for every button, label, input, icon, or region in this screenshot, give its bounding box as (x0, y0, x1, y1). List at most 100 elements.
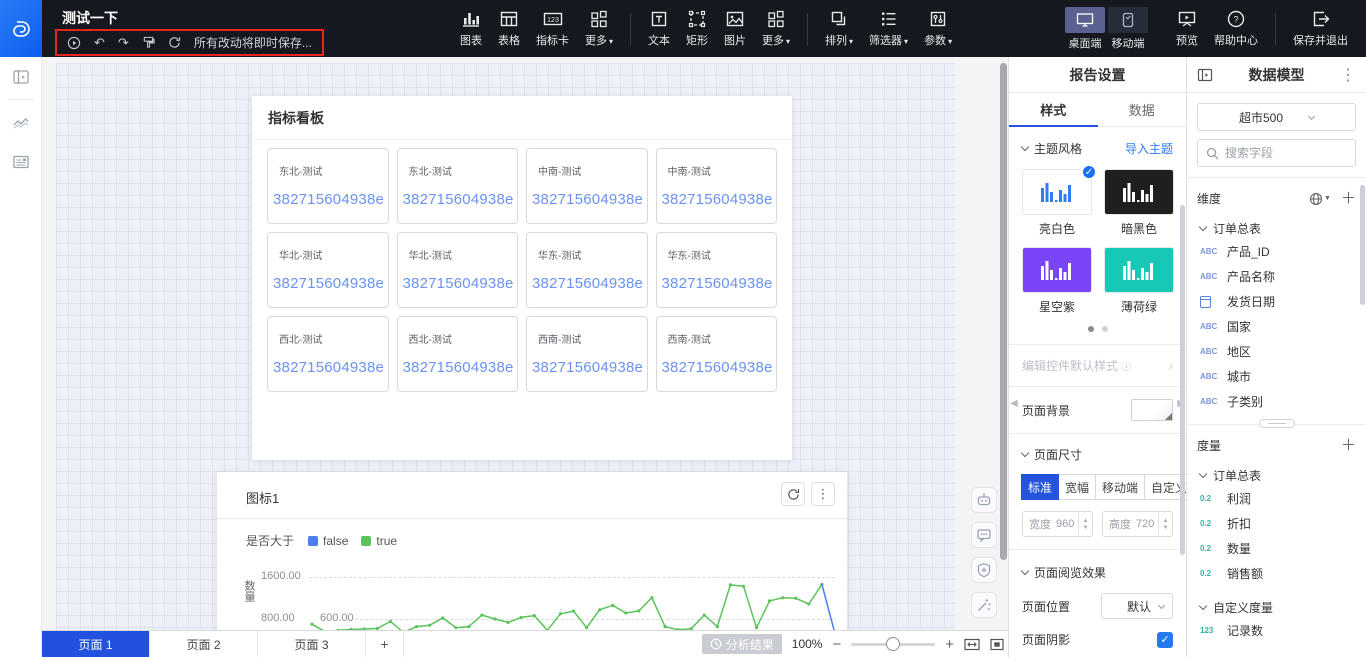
kpi-card[interactable]: 东北-测试 382715604938e (267, 148, 389, 224)
settings-tab[interactable]: 样式 (1009, 93, 1098, 126)
collapse-panel-button[interactable] (1197, 68, 1213, 82)
sidebar-trend-button[interactable] (0, 102, 42, 142)
custom-measures-toggle[interactable]: 自定义度量 (1200, 599, 1356, 616)
stepper-up-icon[interactable]: ▲ (1163, 518, 1169, 524)
page-width-input[interactable]: 宽度 960 ▲▼ (1022, 511, 1093, 537)
data-panel-scrollbar[interactable] (1360, 185, 1365, 305)
device-mobile-toggle[interactable]: 移动端 (1108, 7, 1148, 51)
magic-wand-button[interactable] (971, 592, 997, 618)
kpi-card[interactable]: 西北-测试 382715604938e (267, 316, 389, 392)
page-background-color-picker[interactable] (1131, 399, 1173, 421)
page-shadow-checkbox[interactable]: ✓ (1157, 632, 1173, 648)
insert-kpi-card-button[interactable]: 123 指标卡 (528, 9, 577, 48)
dimension-field[interactable]: 城市 (1197, 364, 1356, 389)
insert-table-button[interactable]: 表格 (490, 9, 528, 48)
geo-role-button[interactable]: ▼ (1309, 192, 1331, 206)
shield-add-button[interactable] (971, 557, 997, 583)
measure-field[interactable]: 利润 (1197, 486, 1356, 511)
page-position-select[interactable]: 默认 (1101, 593, 1173, 619)
data-panel-more-button[interactable]: ⋮ (1340, 65, 1356, 85)
filter-button[interactable]: 筛选器▾ (861, 9, 916, 48)
dimension-field[interactable]: 子类别 (1197, 389, 1356, 414)
kpi-card[interactable]: 中南-测试 382715604938e (526, 148, 648, 224)
help-center-button[interactable]: ? 帮助中心 (1206, 9, 1266, 48)
page-size-option[interactable]: 移动端 (1095, 474, 1145, 500)
undo-icon[interactable]: ↶ (94, 36, 105, 49)
dimension-field[interactable]: 产品名称 (1197, 264, 1356, 289)
page-size-section-toggle[interactable]: 页面尺寸 (1022, 446, 1082, 463)
zoom-slider[interactable] (851, 637, 935, 651)
insert-image-button[interactable]: 图片 (716, 9, 754, 48)
add-dimension-button[interactable]: ＋ (1341, 191, 1356, 206)
dataset-select[interactable]: 超市500 (1197, 103, 1356, 131)
app-logo[interactable] (0, 0, 42, 57)
settings-scrollbar[interactable] (1180, 205, 1185, 555)
kpi-card[interactable]: 西北-测试 382715604938e (397, 316, 519, 392)
kpi-card[interactable]: 西南-测试 382715604938e (526, 316, 648, 392)
stepper-up-icon[interactable]: ▲ (1083, 518, 1089, 524)
dimension-field[interactable]: 产品_ID (1197, 239, 1356, 264)
theme-option[interactable]: ✓ 薄荷绿 (1104, 247, 1174, 315)
page-tab[interactable]: 页面 3 (258, 631, 366, 657)
arrange-button[interactable]: 排列▾ (817, 9, 861, 48)
carousel-dot-2[interactable] (1102, 326, 1108, 332)
kpi-card[interactable]: 西南-测试 382715604938e (656, 316, 778, 392)
panel-resize-handle[interactable] (1259, 419, 1295, 428)
insert-rectangle-button[interactable]: 矩形 (678, 9, 716, 48)
kpi-card[interactable]: 华东-测试 382715604938e (526, 232, 648, 308)
theme-option[interactable]: ✓ 亮白色 (1022, 169, 1092, 237)
carousel-dot-1[interactable] (1088, 326, 1094, 332)
fit-screen-button[interactable] (990, 638, 1004, 651)
document-title[interactable]: 测试一下 (62, 8, 118, 28)
page-height-input[interactable]: 高度 720 ▲▼ (1102, 511, 1173, 537)
zoom-out-button[interactable]: − (832, 637, 841, 652)
format-painter-icon[interactable] (142, 36, 155, 49)
preview-button[interactable]: 预览 (1168, 9, 1206, 48)
dimension-field[interactable]: 地区 (1197, 339, 1356, 364)
theme-option[interactable]: ✓ 暗黑色 (1104, 169, 1174, 237)
carousel-left-arrow[interactable]: ◀ (1010, 398, 1018, 409)
page-size-option[interactable]: 宽幅 (1058, 474, 1096, 500)
redo-icon[interactable]: ↷ (118, 36, 129, 49)
insert-more-elements-button[interactable]: 更多▾ (754, 9, 798, 48)
kpi-card[interactable]: 东北-测试 382715604938e (397, 148, 519, 224)
design-canvas[interactable]: 指标看板 东北-测试 382715604938e 东北-测试 382715604… (42, 57, 1008, 630)
edit-control-default-style-row[interactable]: 编辑控件默认样式 ⓘ › (1022, 357, 1173, 374)
comment-button[interactable] (971, 522, 997, 548)
field-search-box[interactable] (1197, 139, 1356, 167)
kpi-card[interactable]: 华北-测试 382715604938e (267, 232, 389, 308)
measure-field[interactable]: 数量 (1197, 536, 1356, 561)
field-search-input[interactable] (1225, 146, 1347, 160)
import-theme-link[interactable]: 导入主题 (1125, 140, 1173, 157)
measure-field[interactable]: 销售额 (1197, 561, 1356, 586)
add-page-button[interactable]: + (366, 631, 404, 657)
kpi-card[interactable]: 华东-测试 382715604938e (656, 232, 778, 308)
sidebar-card-button[interactable] (0, 142, 42, 182)
refresh-icon[interactable] (168, 36, 181, 49)
add-measure-button[interactable]: ＋ (1341, 438, 1356, 453)
dimension-field[interactable]: 发货日期 (1197, 289, 1356, 314)
page-tab[interactable]: 页面 1 (42, 631, 150, 657)
sidebar-pages-button[interactable] (0, 57, 42, 97)
parameters-button[interactable]: 参数▾ (916, 9, 960, 48)
kpi-card[interactable]: 中南-测试 382715604938e (656, 148, 778, 224)
page-view-section-toggle[interactable]: 页面阅览效果 (1022, 564, 1106, 581)
device-desktop-toggle[interactable]: 桌面端 (1065, 7, 1105, 51)
play-circle-icon[interactable] (67, 36, 81, 50)
kpi-dashboard-widget[interactable]: 指标看板 东北-测试 382715604938e 东北-测试 382715604… (252, 96, 792, 460)
custom-measure-field[interactable]: 记录数 (1197, 618, 1356, 643)
width-stepper[interactable]: ▲▼ (1078, 512, 1092, 536)
insert-more-charts-button[interactable]: 更多▾ (577, 9, 621, 48)
fit-width-button[interactable] (964, 638, 980, 651)
save-and-exit-button[interactable]: 保存并退出 (1285, 9, 1356, 48)
dimension-field[interactable]: 国家 (1197, 314, 1356, 339)
zoom-slider-knob[interactable] (886, 637, 900, 651)
insert-chart-button[interactable]: 图表 (452, 9, 490, 48)
page-size-option[interactable]: 标准 (1021, 474, 1059, 500)
ai-assistant-button[interactable] (971, 487, 997, 513)
dimensions-table-toggle[interactable]: 订单总表 (1200, 220, 1356, 237)
zoom-in-button[interactable]: + (945, 637, 954, 652)
canvas-vertical-scrollbar[interactable] (1000, 63, 1007, 560)
chart-plot-area[interactable] (217, 472, 847, 630)
line-chart-widget[interactable]: 图标1 ⋮ 是否大于 false true (217, 472, 847, 630)
